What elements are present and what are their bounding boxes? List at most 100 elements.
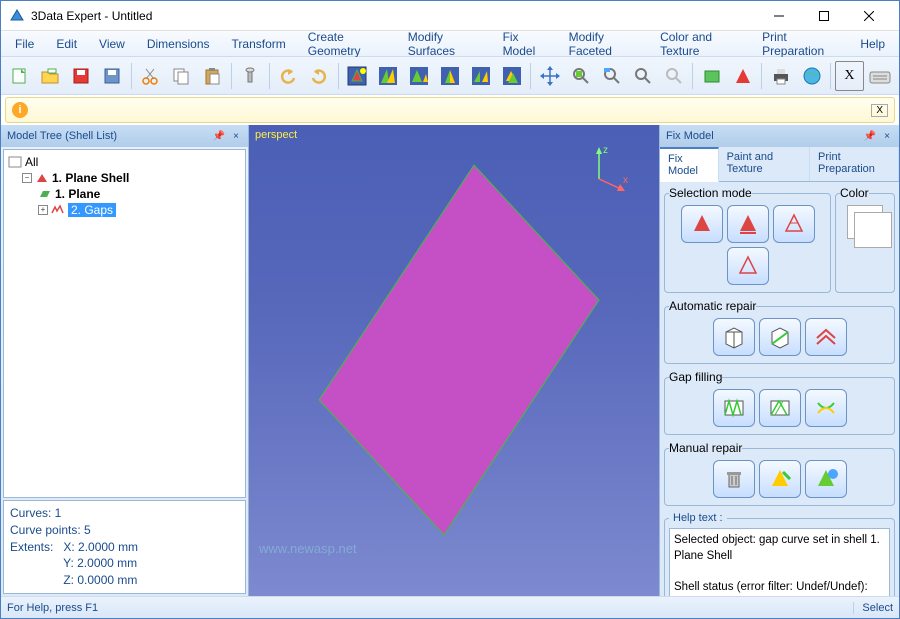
group-manual-repair: Manual repair <box>664 441 895 506</box>
tb-save[interactable] <box>98 61 127 91</box>
fix-model-panel: Fix Model 📌 × Fix Model Paint and Textur… <box>659 125 899 596</box>
tb-shell-4[interactable] <box>435 61 464 91</box>
gap-fill-3-button[interactable] <box>805 389 847 427</box>
menu-dimensions[interactable]: Dimensions <box>137 33 220 55</box>
manual-move-button[interactable] <box>805 460 847 498</box>
info-bar: i X <box>5 97 895 123</box>
tb-redo[interactable] <box>305 61 334 91</box>
sel-mode-1-button[interactable] <box>681 205 723 243</box>
tree-gaps[interactable]: + 2. Gaps <box>8 202 241 218</box>
tab-paint-texture[interactable]: Paint and Texture <box>719 147 810 181</box>
tb-bolt[interactable] <box>236 61 265 91</box>
group-help-legend: Help text : <box>669 512 727 524</box>
tree-plane[interactable]: 1. Plane <box>8 186 241 202</box>
group-auto-repair: Automatic repair <box>664 299 895 364</box>
menubar: File Edit View Dimensions Transform Crea… <box>1 31 899 57</box>
info-icon: i <box>12 102 28 118</box>
sel-mode-3-button[interactable] <box>773 205 815 243</box>
help-text-area[interactable]: Selected object: gap curve set in shell … <box>669 528 890 596</box>
gaps-icon <box>51 204 65 216</box>
tb-paste[interactable] <box>198 61 227 91</box>
tab-fix-model[interactable]: Fix Model <box>660 147 719 182</box>
tb-zoom-area[interactable] <box>597 61 626 91</box>
tree-toggle-gaps-icon[interactable]: + <box>38 205 48 215</box>
gap-fill-1-button[interactable] <box>713 389 755 427</box>
plane-icon <box>38 188 52 200</box>
tb-shell-3[interactable] <box>405 61 434 91</box>
group-gap-filling: Gap filling <box>664 370 895 435</box>
tb-new[interactable] <box>5 61 34 91</box>
sel-mode-4-button[interactable] <box>727 247 769 285</box>
tb-sep-3 <box>269 63 270 89</box>
auto-repair-1-button[interactable] <box>713 318 755 356</box>
panel-pin-icon[interactable]: 📌 <box>210 131 228 142</box>
sel-mode-2-button[interactable] <box>727 205 769 243</box>
group-gap-legend: Gap filling <box>669 370 722 384</box>
manual-delete-button[interactable] <box>713 460 755 498</box>
tb-cut[interactable] <box>136 61 165 91</box>
color-swatch-button[interactable] <box>847 205 883 239</box>
tb-undo[interactable] <box>274 61 303 91</box>
tb-shell-1[interactable] <box>343 61 372 91</box>
tree-root-label: All <box>25 155 38 169</box>
manual-edit-button[interactable] <box>759 460 801 498</box>
tree-shell-1[interactable]: − 1. Plane Shell <box>8 170 241 186</box>
toolbar: X <box>1 57 899 95</box>
menu-file[interactable]: File <box>5 33 44 55</box>
tree-toggle-icon[interactable]: − <box>22 173 32 183</box>
gap-fill-2-button[interactable] <box>759 389 801 427</box>
tb-sep-8 <box>830 63 831 89</box>
group-color: Color <box>835 186 895 293</box>
tb-move[interactable] <box>535 61 564 91</box>
fix-model-title: Fix Model <box>666 130 714 142</box>
tb-shell-2[interactable] <box>374 61 403 91</box>
model-tree-header: Model Tree (Shell List) 📌 × <box>1 125 248 147</box>
tab-print-preparation[interactable]: Print Preparation <box>810 147 899 181</box>
info-close-button[interactable]: X <box>871 104 888 117</box>
right-panel-pin-icon[interactable]: 📌 <box>861 131 879 142</box>
viewport-3d[interactable]: perspect z x www.newasp.net <box>249 125 659 596</box>
auto-repair-3-button[interactable] <box>805 318 847 356</box>
tb-shell-5[interactable] <box>466 61 495 91</box>
group-help-text: Help text : Selected object: gap curve s… <box>664 512 895 596</box>
close-button[interactable] <box>846 2 891 30</box>
right-panel-body: Selection mode Color Automatic repair <box>660 182 899 596</box>
group-color-legend: Color <box>840 186 869 200</box>
tree-root-icon <box>8 156 22 168</box>
tree-plane-label: 1. Plane <box>55 187 100 201</box>
auto-repair-2-button[interactable] <box>759 318 801 356</box>
menu-edit[interactable]: Edit <box>46 33 87 55</box>
tb-view-front[interactable] <box>697 61 726 91</box>
app-icon <box>9 8 25 24</box>
tb-copy[interactable] <box>167 61 196 91</box>
tb-keyboard[interactable] <box>866 61 895 91</box>
tb-open[interactable] <box>36 61 65 91</box>
tb-zoom-fit[interactable] <box>566 61 595 91</box>
tb-sep-1 <box>131 63 132 89</box>
tb-printer[interactable] <box>766 61 795 91</box>
tb-zoom[interactable] <box>628 61 657 91</box>
tb-triangle-red[interactable] <box>728 61 757 91</box>
tb-zoom-out[interactable] <box>659 61 688 91</box>
group-selection-mode: Selection mode <box>664 186 831 293</box>
tree-gaps-label: 2. Gaps <box>68 203 116 217</box>
menu-help[interactable]: Help <box>850 33 895 55</box>
tb-x-box[interactable]: X <box>835 61 864 91</box>
window-title: 3Data Expert - Untitled <box>31 9 756 23</box>
panel-close-icon[interactable]: × <box>230 131 242 142</box>
group-selection-legend: Selection mode <box>669 186 752 200</box>
right-panel-close-icon[interactable]: × <box>881 131 893 142</box>
tb-shell-6[interactable] <box>497 61 526 91</box>
model-tree-title: Model Tree (Shell List) <box>7 130 117 142</box>
tb-save-red[interactable] <box>67 61 96 91</box>
model-tree[interactable]: All − 1. Plane Shell 1. Plane + 2. Gaps <box>3 149 246 498</box>
tree-root[interactable]: All <box>8 154 241 170</box>
status-left: For Help, press F1 <box>7 602 98 614</box>
tb-sep-7 <box>761 63 762 89</box>
menu-view[interactable]: View <box>89 33 135 55</box>
status-right: Select <box>853 602 893 614</box>
menu-transform[interactable]: Transform <box>222 33 296 55</box>
tb-globe[interactable] <box>797 61 826 91</box>
model-info-box: Curves: 1 Curve points: 5 Extents: X: 2.… <box>3 500 246 594</box>
model-tree-panel: Model Tree (Shell List) 📌 × All − 1. Pla… <box>1 125 249 596</box>
